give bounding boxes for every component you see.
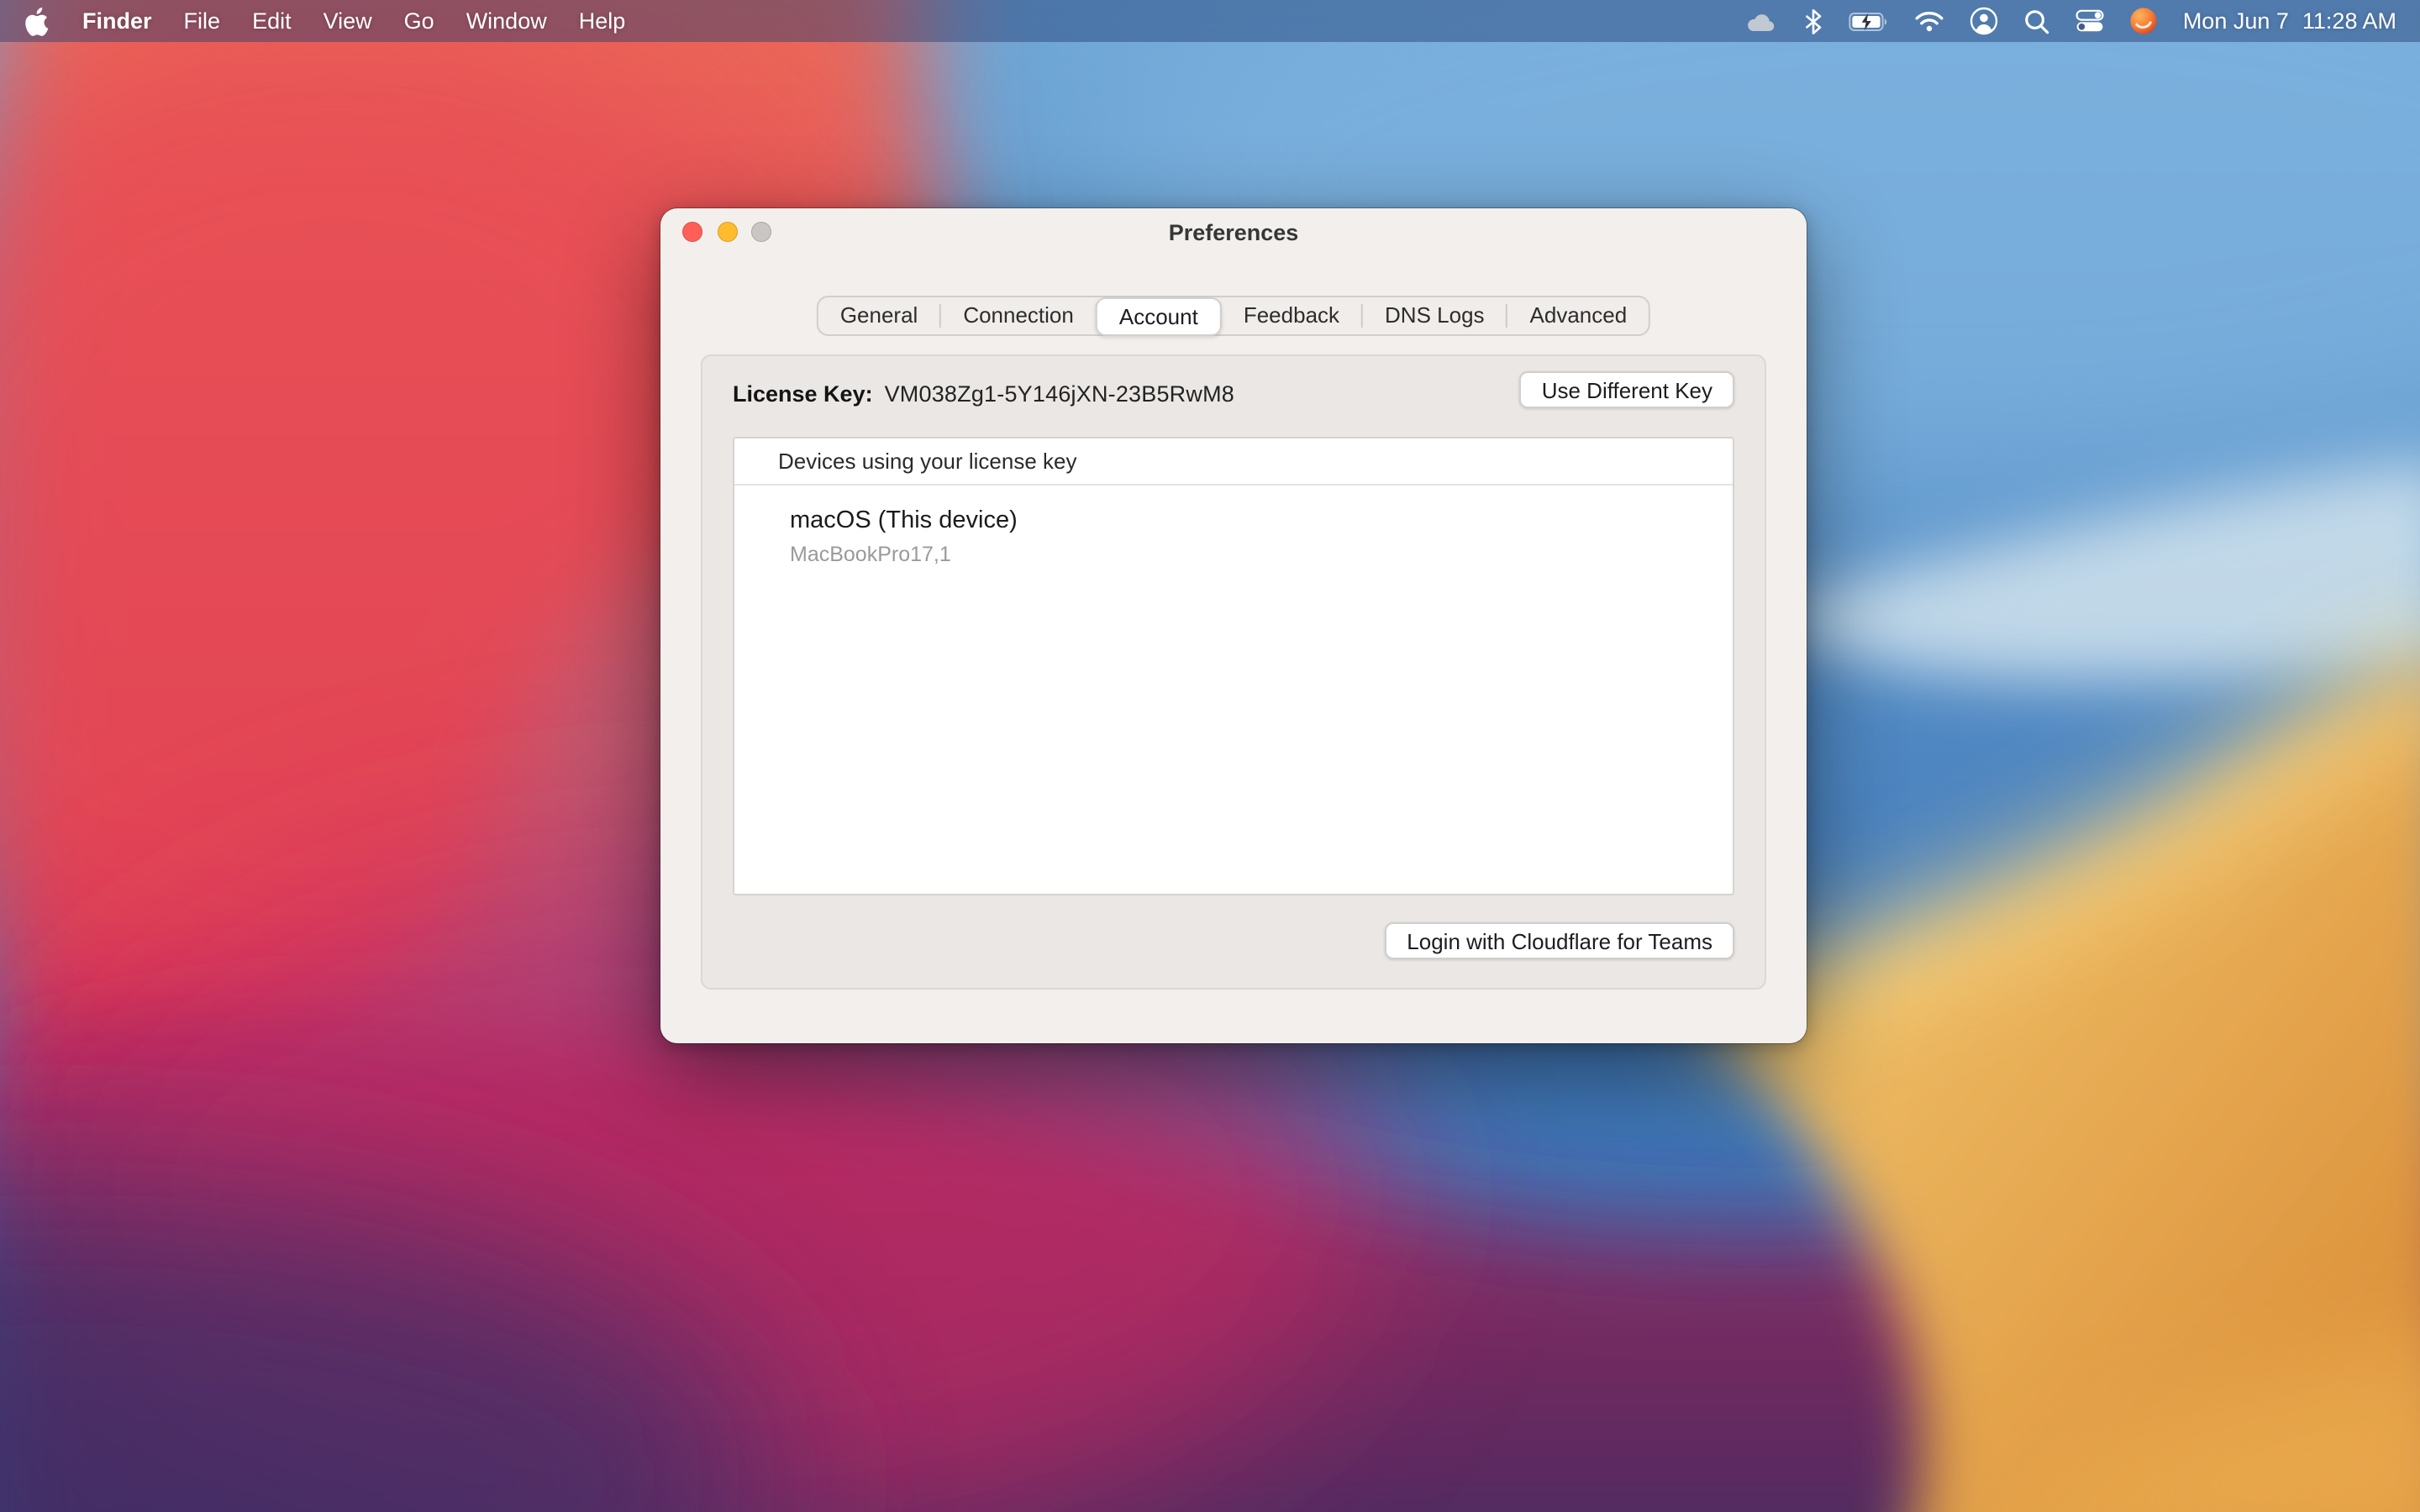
control-center-icon[interactable] bbox=[2075, 7, 2104, 35]
tab-advanced[interactable]: Advanced bbox=[1508, 297, 1649, 334]
bluetooth-icon[interactable] bbox=[1803, 8, 1823, 34]
window-titlebar[interactable]: Preferences bbox=[660, 208, 1807, 276]
tab-account[interactable]: Account bbox=[1096, 297, 1222, 335]
device-name: macOS (This device) bbox=[790, 507, 1733, 534]
menu-bar-status: Mon Jun 7 11:28 AM bbox=[1744, 7, 2396, 35]
preferences-window: Preferences General Connection Account F… bbox=[660, 208, 1807, 1043]
tab-bar: General Connection Account Feedback DNS … bbox=[817, 296, 1650, 336]
desktop: Finder File Edit View Go Window Help bbox=[0, 0, 2420, 1512]
wifi-icon[interactable] bbox=[1914, 10, 1944, 32]
cloudflare-warp-icon[interactable] bbox=[2129, 7, 2158, 35]
tab-general[interactable]: General bbox=[818, 297, 940, 334]
menu-item-help[interactable]: Help bbox=[579, 8, 626, 34]
device-list-item[interactable]: macOS (This device) MacBookPro17,1 bbox=[734, 486, 1733, 566]
menu-date: Mon Jun 7 bbox=[2183, 8, 2289, 34]
apple-icon[interactable] bbox=[24, 6, 49, 36]
devices-list: Devices using your license key macOS (Th… bbox=[733, 437, 1734, 895]
tab-feedback[interactable]: Feedback bbox=[1222, 297, 1361, 334]
login-cloudflare-teams-button[interactable]: Login with Cloudflare for Teams bbox=[1385, 922, 1734, 959]
menu-item-go[interactable]: Go bbox=[404, 8, 434, 34]
menu-clock[interactable]: Mon Jun 7 11:28 AM bbox=[2183, 8, 2396, 34]
menu-item-view[interactable]: View bbox=[324, 8, 372, 34]
menu-item-edit[interactable]: Edit bbox=[252, 8, 292, 34]
user-account-icon[interactable] bbox=[1970, 7, 1998, 35]
menu-bar: Finder File Edit View Go Window Help bbox=[0, 0, 2420, 42]
window-title: Preferences bbox=[660, 208, 1807, 255]
license-key-label: License Key: bbox=[733, 381, 873, 406]
menu-item-finder[interactable]: Finder bbox=[82, 8, 152, 34]
device-model: MacBookPro17,1 bbox=[790, 543, 1733, 566]
use-different-key-button[interactable]: Use Different Key bbox=[1520, 371, 1734, 408]
battery-charging-icon[interactable] bbox=[1849, 11, 1889, 31]
spotlight-search-icon[interactable] bbox=[2023, 8, 2050, 34]
menu-item-file[interactable]: File bbox=[184, 8, 221, 34]
menu-item-window[interactable]: Window bbox=[466, 8, 547, 34]
account-panel: License Key: VM038Zg1-5Y146jXN-23B5RwM8 … bbox=[701, 354, 1766, 990]
cloud-icon[interactable] bbox=[1744, 9, 1778, 33]
tab-dns-logs[interactable]: DNS Logs bbox=[1363, 297, 1507, 334]
license-key-value: VM038Zg1-5Y146jXN-23B5RwM8 bbox=[885, 381, 1234, 406]
tab-connection[interactable]: Connection bbox=[941, 297, 1096, 334]
menu-bar-left: Finder File Edit View Go Window Help bbox=[24, 6, 625, 36]
license-key-row: License Key: VM038Zg1-5Y146jXN-23B5RwM8 bbox=[733, 373, 1234, 413]
devices-list-header: Devices using your license key bbox=[734, 438, 1733, 486]
menu-time: 11:28 AM bbox=[2302, 8, 2396, 34]
